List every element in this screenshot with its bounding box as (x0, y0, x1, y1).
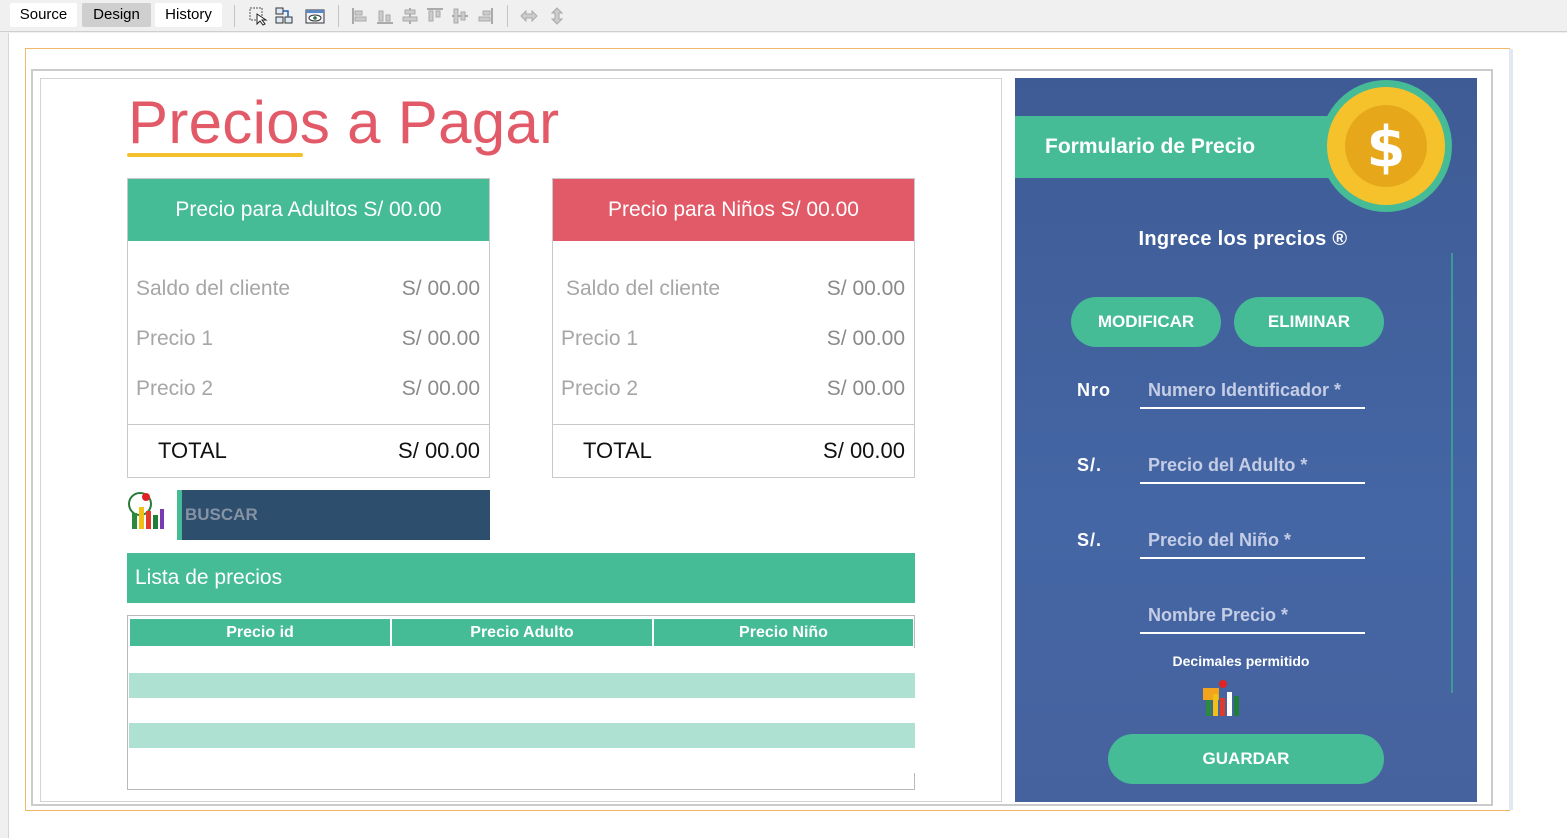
balance-label: Saldo del cliente (566, 277, 721, 300)
price2-value: S/ 00.00 (826, 377, 905, 400)
price1-label: Precio 1 (561, 327, 639, 350)
table-row[interactable] (129, 698, 915, 723)
price-name-input[interactable]: Nombre Precio * (1140, 598, 1365, 634)
coin-symbol: $ (1367, 115, 1406, 180)
price1-value: S/ 00.00 (401, 327, 480, 350)
price1-value: S/ 00.00 (826, 327, 905, 350)
align-bottom-icon[interactable] (375, 6, 395, 26)
total-label: TOTAL (583, 438, 652, 463)
align-top-icon[interactable] (425, 6, 445, 26)
total-value: S/ 00.00 (823, 438, 905, 463)
adult-price1-row: Precio 1 S/ 00.00 (128, 327, 489, 357)
price2-value: S/ 00.00 (401, 377, 480, 400)
table-row[interactable] (129, 648, 915, 673)
adult-price2-row: Precio 2 S/ 00.00 (128, 377, 489, 407)
child-price-card: Precio para Niños S/ 00.00 Saldo del cli… (552, 178, 915, 478)
select-mode-icon[interactable] (248, 6, 268, 26)
search-field[interactable]: BUSCAR (177, 490, 490, 540)
balance-value: S/ 00.00 (401, 277, 480, 300)
price2-label: Precio 2 (561, 377, 639, 400)
chart-search-icon[interactable] (127, 491, 167, 531)
title-underline (127, 153, 303, 157)
align-middle-icon[interactable] (450, 6, 470, 26)
adult-total-row: TOTAL S/ 00.00 (128, 424, 489, 477)
price2-label: Precio 2 (136, 377, 214, 400)
chart-validator-icon (1201, 678, 1245, 718)
price1-label: Precio 1 (136, 327, 214, 350)
same-width-icon[interactable] (519, 6, 539, 26)
page-title: Precios a Pagar (128, 89, 560, 156)
modify-button[interactable]: MODIFICAR (1071, 297, 1221, 347)
designer-toolbar: Source Design History (0, 0, 1567, 32)
child-total-row: TOTAL S/ 00.00 (553, 424, 914, 477)
adult-price-card: Precio para Adultos S/ 00.00 Saldo del c… (127, 178, 490, 478)
form-title: Formulario de Precio (1045, 135, 1256, 158)
col-price-id[interactable]: Precio id (129, 618, 391, 647)
toolbar-separator (234, 5, 235, 27)
col-price-child[interactable]: Precio Niño (653, 618, 914, 647)
child-currency-label: S/. (1077, 530, 1103, 550)
form-subtitle: Ingrece los precios ® (1138, 228, 1348, 250)
tab-source[interactable]: Source (10, 3, 77, 27)
tab-design[interactable]: Design (82, 3, 151, 27)
align-right-icon[interactable] (475, 6, 495, 26)
adult-balance-row: Saldo del cliente S/ 00.00 (128, 277, 489, 307)
delete-button[interactable]: ELIMINAR (1234, 297, 1384, 347)
connection-mode-icon[interactable] (274, 6, 294, 26)
nro-label: Nro (1077, 380, 1111, 400)
align-left-icon[interactable] (350, 6, 370, 26)
price-list-header: Lista de precios (127, 553, 915, 603)
preview-design-icon[interactable] (305, 6, 325, 26)
same-height-icon[interactable] (547, 6, 567, 26)
toolbar-separator (338, 5, 339, 27)
child-price2-row: Precio 2 S/ 00.00 (553, 377, 914, 407)
panel-accent-line (1451, 253, 1453, 693)
table-row[interactable] (129, 723, 915, 748)
total-label: TOTAL (158, 438, 227, 463)
child-price-header: Precio para Niños S/ 00.00 (553, 179, 914, 241)
child-balance-row: Saldo del cliente S/ 00.00 (553, 277, 914, 307)
coin-dollar-icon: $ (1320, 78, 1452, 214)
decimals-note: Decimales permitido (1172, 653, 1310, 669)
balance-label: Saldo del cliente (136, 277, 291, 300)
child-price-input[interactable]: Precio del Niño * (1140, 523, 1365, 559)
tab-history[interactable]: History (155, 3, 222, 27)
form-title-banner: Formulario de Precio (1015, 116, 1345, 178)
col-price-adult[interactable]: Precio Adulto (391, 618, 653, 647)
id-number-input[interactable]: Numero Identificador * (1140, 373, 1365, 409)
total-value: S/ 00.00 (398, 438, 480, 463)
align-center-icon[interactable] (400, 6, 420, 26)
toolbar-separator (507, 5, 508, 27)
table-row[interactable] (129, 748, 915, 773)
child-price1-row: Precio 1 S/ 00.00 (553, 327, 914, 357)
adult-price-header: Precio para Adultos S/ 00.00 (128, 179, 489, 241)
save-button[interactable]: GUARDAR (1108, 734, 1384, 784)
price-table[interactable]: Precio id Precio Adulto Precio Niño (127, 615, 915, 790)
adult-price-input[interactable]: Precio del Adulto * (1140, 448, 1365, 484)
price-form-panel: Formulario de Precio $ Ingrece los preci… (1015, 78, 1477, 802)
adult-currency-label: S/. (1077, 455, 1103, 475)
balance-value: S/ 00.00 (826, 277, 905, 300)
table-row[interactable] (129, 673, 915, 698)
